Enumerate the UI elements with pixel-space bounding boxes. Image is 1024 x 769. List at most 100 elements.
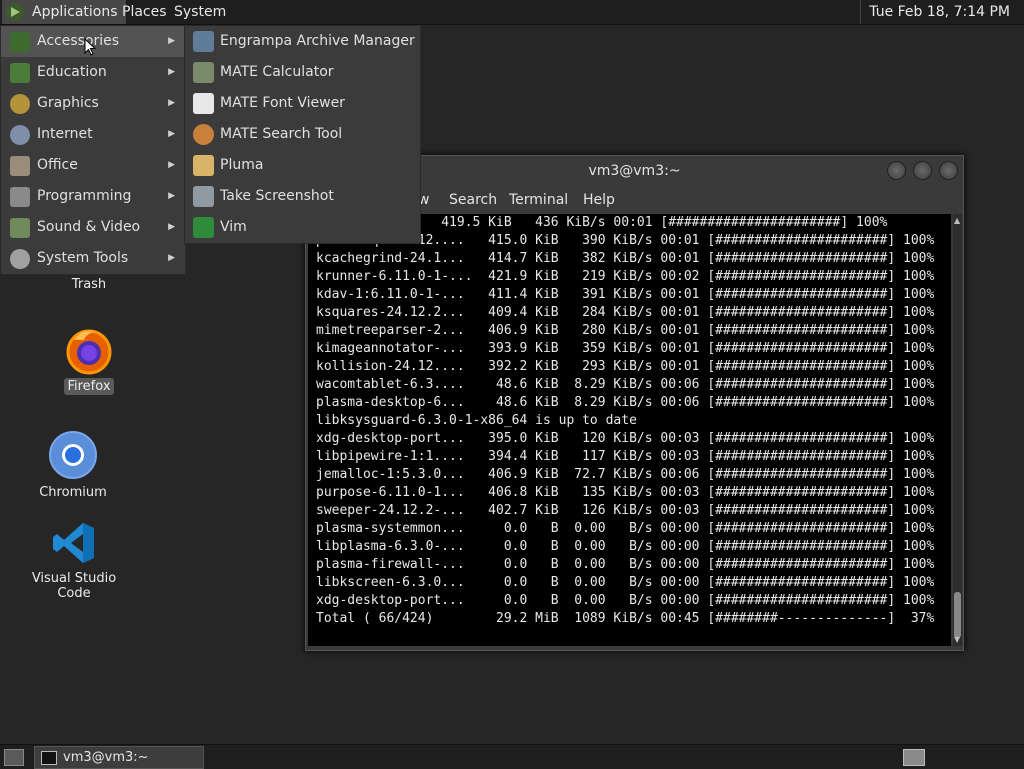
submenu-arrow-icon: ▶ <box>168 222 175 232</box>
menu-item-label: Programming <box>37 188 132 204</box>
submenu-arrow-icon: ▶ <box>168 253 175 263</box>
submenu-item-engrampa[interactable]: Engrampa Archive Manager <box>185 26 420 57</box>
desktop-icon-firefox[interactable]: Firefox <box>54 326 124 395</box>
terminal-line: libplasma-6.3.0-... 0.0 B 0.00 B/s 00:00… <box>316 539 935 554</box>
close-button[interactable] <box>939 161 958 180</box>
vim-icon <box>193 217 214 238</box>
terminal-line: xdg-desktop-port... 395.0 KiB 120 KiB/s … <box>316 431 935 446</box>
menu-item-internet[interactable]: Internet ▶ <box>1 119 185 150</box>
sound-video-icon <box>10 218 30 238</box>
submenu-item-label: Pluma <box>220 157 264 173</box>
terminal-line: kcachegrind-24.1... 414.7 KiB 382 KiB/s … <box>316 251 935 266</box>
desktop-icon-trash[interactable]: Trash <box>60 276 118 293</box>
menu-item-label: Office <box>37 157 78 173</box>
menu-item-label: Internet <box>37 126 93 142</box>
workspace-switcher[interactable] <box>903 749 925 766</box>
terminal-line: libkscreen-6.3.0... 0.0 B 0.00 B/s 00:00… <box>316 575 935 590</box>
submenu-arrow-icon: ▶ <box>168 160 175 170</box>
maximize-button[interactable] <box>913 161 932 180</box>
submenu-item-search-tool[interactable]: MATE Search Tool <box>185 119 420 150</box>
desktop-icon-vscode[interactable]: Visual Studio Code <box>12 520 136 602</box>
firefox-label: Firefox <box>64 378 114 395</box>
menu-item-office[interactable]: Office ▶ <box>1 150 185 181</box>
menu-item-programming[interactable]: Programming ▶ <box>1 181 185 212</box>
submenu-arrow-icon: ▶ <box>168 98 175 108</box>
scroll-down-arrow-icon[interactable]: ▼ <box>954 635 960 644</box>
submenu-item-label: Take Screenshot <box>220 188 334 204</box>
terminal-line: jemalloc-1:5.3.0... 406.9 KiB 72.7 KiB/s… <box>316 467 935 482</box>
terminal-line: sweeper-24.12.2-... 402.7 KiB 126 KiB/s … <box>316 503 935 518</box>
mouse-cursor-icon <box>84 38 96 56</box>
menu-item-graphics[interactable]: Graphics ▶ <box>1 88 185 119</box>
applications-label: Applications <box>32 4 118 20</box>
terminal-line: kollision-24.12.... 392.2 KiB 293 KiB/s … <box>316 359 935 374</box>
menu-item-label: Education <box>37 64 107 80</box>
vscode-label: Visual Studio Code <box>31 571 117 601</box>
terminal-output[interactable]: phonon-1-... 419.5 KiB 436 KiB/s 00:01 [… <box>308 214 951 646</box>
menu-search[interactable]: Search <box>449 192 497 208</box>
submenu-item-label: MATE Font Viewer <box>220 95 345 111</box>
mate-logo-icon <box>6 3 24 21</box>
terminal-line: Total ( 66/424) 29.2 MiB 1089 KiB/s 00:4… <box>316 611 935 626</box>
submenu-arrow-icon: ▶ <box>168 129 175 139</box>
terminal-line: mimetreeparser-2... 406.9 KiB 280 KiB/s … <box>316 323 935 338</box>
applications-dropdown: Accessories ▶ Education ▶ Graphics ▶ Int… <box>0 25 186 275</box>
terminal-icon <box>41 751 57 765</box>
menu-help[interactable]: Help <box>583 192 615 208</box>
firefox-icon <box>66 329 112 375</box>
submenu-arrow-icon: ▶ <box>168 191 175 201</box>
clock[interactable]: Tue Feb 18, 7:14 PM <box>860 0 1016 24</box>
applications-menu[interactable]: Applications <box>2 0 126 24</box>
submenu-item-label: MATE Search Tool <box>220 126 343 142</box>
vscode-icon <box>53 523 94 563</box>
system-menu[interactable]: System <box>168 0 232 24</box>
font-viewer-icon <box>193 93 214 114</box>
archive-manager-icon <box>193 31 214 52</box>
trash-label: Trash <box>71 277 107 292</box>
show-desktop-button[interactable] <box>4 749 24 766</box>
desktop-icon-chromium[interactable]: Chromium <box>30 430 116 501</box>
menu-item-label: Graphics <box>37 95 99 111</box>
submenu-arrow-icon: ▶ <box>168 67 175 77</box>
terminal-line: libpipewire-1:1.... 394.4 KiB 117 KiB/s … <box>316 449 935 464</box>
terminal-line: krunner-6.11.0-1-... 421.9 KiB 219 KiB/s… <box>316 269 935 284</box>
minimize-button[interactable] <box>887 161 906 180</box>
menu-item-label: System Tools <box>37 250 129 266</box>
calculator-icon <box>193 62 214 83</box>
submenu-item-calculator[interactable]: MATE Calculator <box>185 57 420 88</box>
taskbar-terminal-button[interactable]: vm3@vm3:~ <box>34 746 204 769</box>
terminal-line: kdav-1:6.11.0-1-... 411.4 KiB 391 KiB/s … <box>316 287 935 302</box>
chromium-label: Chromium <box>39 485 107 500</box>
system-tools-icon <box>10 249 30 269</box>
accessories-icon <box>10 32 30 52</box>
terminal-line: plasma-desktop-6... 48.6 KiB 8.29 KiB/s … <box>316 395 935 410</box>
terminal-lines: phonon-1-... 419.5 KiB 436 KiB/s 00:01 [… <box>316 214 934 628</box>
submenu-item-label: Engrampa Archive Manager <box>220 33 415 49</box>
accessories-submenu: Engrampa Archive Manager MATE Calculator… <box>184 25 421 244</box>
terminal-line: plasma-firewall-... 0.0 B 0.00 B/s 00:00… <box>316 557 935 572</box>
menu-item-label: Sound & Video <box>37 219 141 235</box>
menu-item-education[interactable]: Education ▶ <box>1 57 185 88</box>
places-menu[interactable]: Places <box>116 0 173 24</box>
menu-item-label: Accessories <box>37 33 120 49</box>
scrollbar-thumb[interactable] <box>954 592 961 638</box>
scroll-up-arrow-icon[interactable]: ▲ <box>954 216 960 225</box>
graphics-icon <box>10 94 30 114</box>
submenu-item-vim[interactable]: Vim <box>185 212 420 243</box>
education-icon <box>10 63 30 83</box>
submenu-arrow-icon: ▶ <box>168 36 175 46</box>
menu-terminal[interactable]: Terminal <box>509 192 568 208</box>
submenu-item-pluma[interactable]: Pluma <box>185 150 420 181</box>
terminal-line: libksysguard-6.3.0-1-x86_64 is up to dat… <box>316 413 637 428</box>
chromium-icon <box>49 431 97 479</box>
submenu-item-screenshot[interactable]: Take Screenshot <box>185 181 420 212</box>
submenu-item-font-viewer[interactable]: MATE Font Viewer <box>185 88 420 119</box>
taskbar-label: vm3@vm3:~ <box>63 750 149 765</box>
menu-item-system-tools[interactable]: System Tools ▶ <box>1 243 185 274</box>
search-tool-icon <box>193 124 214 145</box>
terminal-line: kimageannotator-... 393.9 KiB 359 KiB/s … <box>316 341 935 356</box>
terminal-scrollbar[interactable]: ▲ ▼ <box>953 214 962 646</box>
submenu-item-label: MATE Calculator <box>220 64 334 80</box>
menu-item-sound-video[interactable]: Sound & Video ▶ <box>1 212 185 243</box>
top-panel: Applications Places System Tue Feb 18, 7… <box>0 0 1024 25</box>
